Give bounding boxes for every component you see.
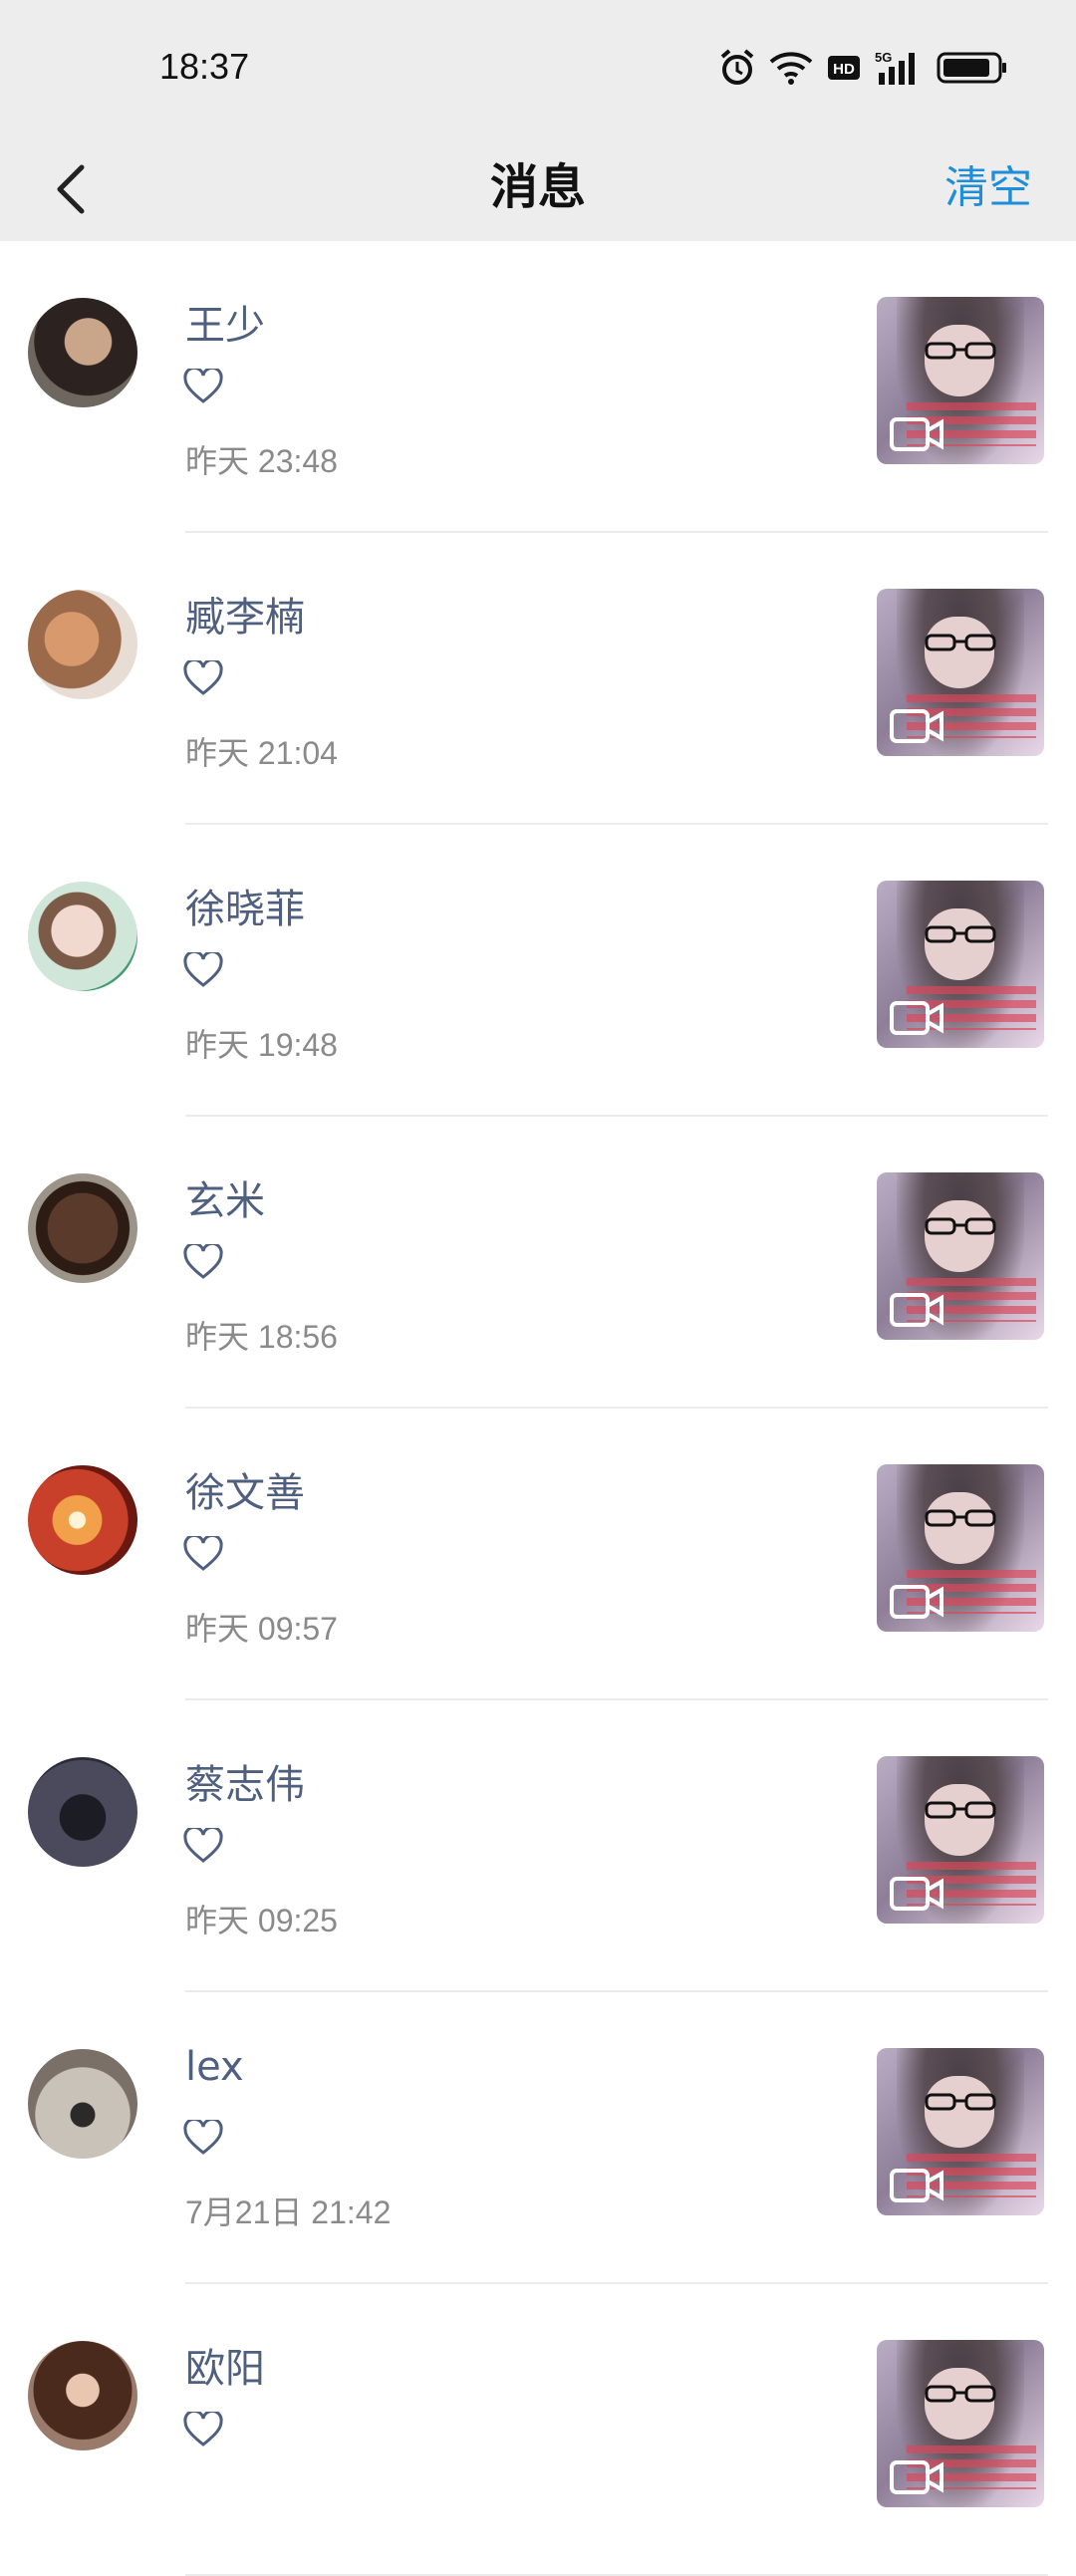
sender-name[interactable]: 玄米 xyxy=(185,1168,265,1226)
message-time: 昨天 23:48 xyxy=(185,443,338,479)
sender-name[interactable]: 徐晓菲 xyxy=(185,877,305,934)
heart-icon xyxy=(183,952,223,987)
video-thumbnail[interactable] xyxy=(877,881,1044,1048)
signal-5g-icon: 5G xyxy=(875,49,923,87)
message-item[interactable]: 王少 昨天 23:48 xyxy=(0,241,1076,533)
message-item[interactable]: 欧阳 xyxy=(0,2284,1076,2576)
clear-button[interactable]: 清空 xyxy=(944,151,1032,215)
heart-icon xyxy=(183,1828,223,1863)
hd-icon: HD xyxy=(827,53,861,83)
avatar[interactable] xyxy=(28,2049,137,2159)
message-list: 王少 昨天 23:48 臧李楠 昨天 21:04 徐晓菲 昨天 19:48 玄米… xyxy=(0,241,1076,2576)
status-time: 18:37 xyxy=(159,46,250,87)
message-time: 昨天 09:25 xyxy=(185,1903,338,1938)
video-camera-icon xyxy=(890,1001,943,1035)
video-thumbnail[interactable] xyxy=(877,2340,1044,2507)
avatar[interactable] xyxy=(28,298,137,407)
sender-name[interactable]: 欧阳 xyxy=(185,2336,265,2394)
hd-label: HD xyxy=(833,61,855,78)
heart-icon xyxy=(183,660,223,695)
avatar[interactable] xyxy=(28,590,137,699)
wifi-icon xyxy=(769,50,813,86)
video-camera-icon xyxy=(890,2169,943,2202)
avatar[interactable] xyxy=(28,2341,137,2450)
message-item[interactable]: 徐文善 昨天 09:57 xyxy=(0,1409,1076,1700)
message-item[interactable]: 玄米 昨天 18:56 xyxy=(0,1117,1076,1409)
message-item[interactable]: 蔡志伟 昨天 09:25 xyxy=(0,1700,1076,1992)
sender-name[interactable]: lex xyxy=(185,2044,244,2090)
network-label: 5G xyxy=(875,50,892,65)
message-time: 7月21日 21:42 xyxy=(185,2194,392,2230)
video-camera-icon xyxy=(890,1877,943,1911)
video-camera-icon xyxy=(890,1293,943,1327)
sender-name[interactable]: 王少 xyxy=(185,293,265,351)
message-time: 昨天 18:56 xyxy=(185,1319,338,1355)
header-bar: 消息 清空 xyxy=(0,139,1076,241)
video-thumbnail[interactable] xyxy=(877,1756,1044,1924)
heart-icon xyxy=(183,2412,223,2447)
message-time: 昨天 09:57 xyxy=(185,1611,338,1647)
message-time: 昨天 21:04 xyxy=(185,735,338,771)
video-thumbnail[interactable] xyxy=(877,1172,1044,1340)
message-item[interactable]: lex 7月21日 21:42 xyxy=(0,1992,1076,2284)
heart-icon xyxy=(183,1536,223,1571)
video-thumbnail[interactable] xyxy=(877,1464,1044,1632)
video-camera-icon xyxy=(890,1585,943,1619)
sender-name[interactable]: 臧李楠 xyxy=(185,585,305,643)
video-thumbnail[interactable] xyxy=(877,297,1044,464)
video-camera-icon xyxy=(890,417,943,451)
video-camera-icon xyxy=(890,709,943,743)
avatar[interactable] xyxy=(28,1465,137,1575)
avatar[interactable] xyxy=(28,1757,137,1867)
battery-icon xyxy=(937,51,1008,85)
status-icons: HD 5G xyxy=(719,44,1008,92)
sender-name[interactable]: 蔡志伟 xyxy=(185,1752,305,1810)
message-item[interactable]: 徐晓菲 昨天 19:48 xyxy=(0,825,1076,1117)
heart-icon xyxy=(183,1244,223,1279)
video-thumbnail[interactable] xyxy=(877,589,1044,756)
video-thumbnail[interactable] xyxy=(877,2048,1044,2215)
avatar[interactable] xyxy=(28,1173,137,1283)
status-bar: 18:37 HD 5G xyxy=(0,0,1076,139)
message-time: 昨天 19:48 xyxy=(185,1027,338,1063)
alarm-icon xyxy=(719,49,755,87)
heart-icon xyxy=(183,2120,223,2155)
page-title: 消息 xyxy=(489,159,586,215)
heart-icon xyxy=(183,369,223,403)
video-camera-icon xyxy=(890,2460,943,2494)
message-item[interactable]: 臧李楠 昨天 21:04 xyxy=(0,533,1076,825)
sender-name[interactable]: 徐文善 xyxy=(185,1460,305,1518)
avatar[interactable] xyxy=(28,882,137,991)
